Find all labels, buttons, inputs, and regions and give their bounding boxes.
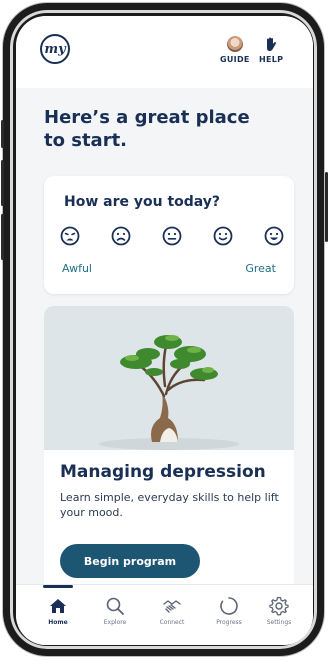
progress-ring-icon [220,597,238,615]
guide-avatar-icon [226,36,243,52]
happy-face-icon[interactable] [213,226,233,246]
mood-question: How are you today? [64,194,221,210]
nav-label-explore: Explore [103,619,127,626]
nav-label-home: Home [48,619,68,626]
nav-label-connect: Connect [159,619,185,626]
big-smile-face-icon[interactable] [264,226,284,246]
guide-button[interactable]: GUIDE [220,36,250,64]
guide-label: GUIDE [220,55,250,64]
neutral-face-icon[interactable] [162,226,182,246]
handshake-icon [163,600,181,613]
search-icon [106,597,124,615]
phone-side-button [1,160,4,206]
app-screen: my GUIDE HELP Here’s a great place to st… [16,16,313,645]
help-label: HELP [259,55,284,64]
program-card[interactable]: Managing depression Learn simple, everyd… [44,306,294,606]
nav-label-settings: Settings [266,619,292,626]
mood-high-label: Great [245,262,276,275]
nav-item-home[interactable]: Home [33,595,83,626]
nav-item-progress[interactable]: Progress [204,595,254,626]
phone-side-button [325,172,328,242]
active-tab-indicator [43,585,73,588]
page-title: Here’s a great place to start. [44,107,250,151]
phone-side-button [1,214,4,260]
crying-face-icon[interactable] [60,226,80,246]
mood-check-card: How are you today? Awful Great [44,176,294,294]
nav-item-connect[interactable]: Connect [147,595,197,626]
home-icon [50,599,66,613]
program-title: Managing depression [60,462,266,482]
sad-face-icon[interactable] [111,226,131,246]
nav-label-progress: Progress [216,619,242,626]
app-logo-text: my [44,41,66,57]
help-button[interactable]: HELP [259,36,283,64]
bottom-nav: Home Explore Connect Progress Settings [16,584,313,645]
mood-face-row [60,226,284,246]
gear-icon [269,596,289,616]
top-bar: my GUIDE HELP [16,16,313,88]
mood-low-label: Awful [62,262,92,275]
phone-side-button [1,120,4,148]
begin-program-button[interactable]: Begin program [60,544,200,578]
app-logo[interactable]: my [40,34,70,64]
nav-item-settings[interactable]: Settings [254,595,304,626]
program-description: Learn simple, everyday skills to help li… [60,491,279,519]
nav-item-explore[interactable]: Explore [90,595,140,626]
bonsai-tree-image [44,306,294,450]
raised-hand-icon [267,37,277,51]
